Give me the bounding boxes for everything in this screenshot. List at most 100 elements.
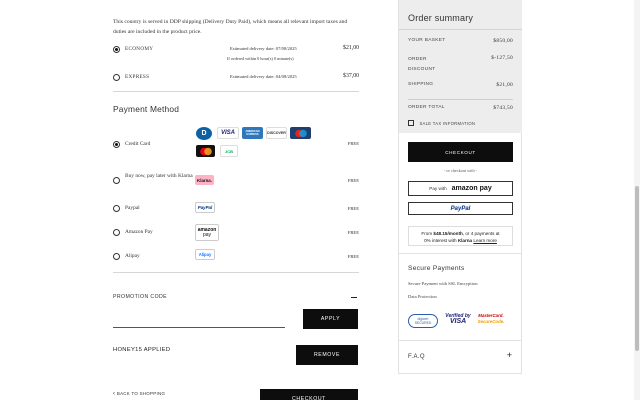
remove-promo-button[interactable]: REMOVE [296, 345, 358, 365]
payment-option-klarna[interactable]: Buy now, pay later with Klarna FREE [113, 172, 359, 190]
paypal-button[interactable]: PayPal [408, 202, 513, 215]
amazon-pay-badge-icon: amazon pay [195, 224, 219, 241]
payment-option-fee: FREE [347, 141, 359, 146]
payment-option-fee: FREE [347, 230, 359, 235]
payment-option-alipay[interactable]: Alipay FREE [113, 253, 359, 267]
maestro-circles-icon [294, 129, 307, 137]
payment-option-fee: FREE [347, 254, 359, 259]
amazon-pay-logo-icon: amazon pay [451, 185, 492, 192]
promotion-code-input[interactable] [113, 314, 285, 326]
payment-option-label: Alipay [125, 253, 140, 259]
amex-card-icon: AMERICAN EXPRESS [242, 127, 263, 139]
alipay-radio[interactable] [113, 253, 120, 260]
shipping-option-price: $21,00 [343, 45, 359, 51]
summary-row-basket: YOUR BASKET $850,00 [408, 38, 513, 44]
summary-row-total: ORDER TOTAL $743,50 [408, 105, 513, 111]
shipping-option-name: EXPRESS [125, 74, 150, 80]
klarna-line-1: From $48.15/month, or 4 payments at [409, 230, 512, 237]
mastercard-circles-icon [199, 147, 212, 155]
payment-option-fee: FREE [347, 206, 359, 211]
divider [399, 340, 522, 341]
promo-applied-text: HONEY15 APPLIED [113, 347, 171, 353]
mc-line-2: SecureCode. [477, 319, 505, 324]
shipping-option-express[interactable]: EXPRESS Estimated delivery date: 04/08/2… [113, 73, 359, 85]
back-to-shopping-link[interactable]: ‹ BACK TO SHOPPING [113, 391, 165, 397]
digicert-secured-text: SECURED [414, 321, 432, 325]
klarna-logo-icon: Klarna [457, 238, 473, 243]
payment-option-fee: FREE [347, 178, 359, 183]
payment-option-amazon-pay[interactable]: Amazon Pay FREE [113, 229, 359, 243]
receipt-icon [408, 120, 414, 126]
page-scrollbar[interactable] [634, 0, 640, 400]
secure-payments-title: Secure Payments [408, 265, 465, 272]
faq-expand-plus-icon[interactable]: + [507, 350, 512, 360]
faq-title[interactable]: F.A.Q [408, 354, 425, 360]
summary-row-label: ORDER DISCOUNT [408, 57, 436, 72]
ddp-shipping-notice: This country is served in DDP shipping (… [113, 19, 348, 35]
digicert-badge-icon: digicert SECURED [408, 314, 438, 328]
klarna-radio[interactable] [113, 177, 120, 184]
summary-row-value: $850,00 [493, 38, 513, 44]
verified-by-visa-badge-icon: Verified by VISA [442, 313, 474, 329]
diners-card-icon: D [196, 127, 212, 140]
alipay-badge-icon: Alipay [195, 249, 215, 260]
divider [408, 99, 513, 100]
shipping-option-economy[interactable]: ECONOMY Estimated delivery date: 07/08/2… [113, 45, 359, 61]
visa-card-icon: VISA [217, 127, 239, 139]
data-protection-text: Data Protection [408, 294, 437, 299]
summary-row-label: SHIPPING [408, 82, 434, 87]
klarna-badge-icon: Klarna. [195, 175, 214, 185]
checkout-left-column: This country is served in DDP shipping (… [113, 0, 359, 400]
shipping-option-date: Estimated delivery date: 04/08/2025 [230, 74, 297, 79]
collapse-minus-icon[interactable] [351, 297, 357, 298]
payment-option-paypal[interactable]: Paypal FREE [113, 205, 359, 219]
apply-promo-button[interactable]: APPLY [303, 309, 358, 329]
amazon-pay-button[interactable]: Pay with amazon pay [408, 181, 513, 196]
shipping-option-name: ECONOMY [125, 46, 154, 52]
mastercard-icon [196, 145, 215, 157]
paypal-radio[interactable] [113, 205, 120, 212]
klarna-learn-more-link[interactable]: Learn more [473, 238, 497, 243]
klarna-line-2: 0% interest with Klarna Learn more [409, 237, 512, 244]
shipping-option-date: Estimated delivery date: 07/08/2025 [230, 46, 297, 51]
order-summary-title: Order summary [408, 13, 474, 23]
order-summary-panel: Order summary YOUR BASKET $850,00 ORDER … [398, 0, 522, 374]
chevron-left-icon: ‹ [113, 391, 116, 397]
payment-option-label: Paypal [125, 205, 140, 211]
checkout-summary-button[interactable]: CHECKOUT [408, 142, 513, 162]
economy-radio[interactable] [113, 46, 120, 53]
summary-row-label: YOUR BASKET [408, 38, 446, 43]
klarna-amount: $48.15/month [433, 231, 463, 236]
promotion-code-underline [113, 327, 285, 328]
mastercard-securecode-badge-icon: MasterCard. SecureCode. [476, 313, 506, 329]
credit-card-radio[interactable] [113, 141, 120, 148]
payment-option-label: Credit Card [125, 141, 151, 147]
payment-option-label: Buy now, pay later with Klarna [125, 173, 193, 179]
or-checkout-with-text: - or checkout with - [443, 168, 478, 173]
amazon-pay-radio[interactable] [113, 229, 120, 236]
payment-method-title: Payment Method [113, 104, 180, 114]
divider [113, 272, 359, 273]
vbv-line-2: VISA [449, 318, 467, 325]
shipping-option-price: $37,00 [343, 73, 359, 79]
sale-tax-info-link[interactable]: SALE TAX INFORMATION [408, 120, 513, 126]
klarna-installments-message: From $48.15/month, or 4 payments at 0% i… [408, 226, 513, 246]
paypal-badge-icon: PayPal [195, 202, 215, 213]
sale-tax-info-label: SALE TAX INFORMATION [419, 121, 476, 126]
back-to-shopping-label: BACK TO SHOPPING [116, 391, 166, 396]
scrollbar-thumb[interactable] [635, 186, 639, 351]
discover-card-icon: DISCOVER [266, 127, 287, 139]
divider [113, 91, 359, 92]
maestro-card-icon [290, 127, 311, 139]
divider [399, 253, 522, 254]
amazon-pay-with-text: Pay with [429, 186, 447, 191]
order-summary-header: Order summary YOUR BASKET $850,00 ORDER … [399, 0, 522, 133]
amazon-pay-badge-bottom: pay [202, 231, 212, 238]
summary-row-discount: ORDER DISCOUNT $-127,50 [408, 55, 513, 75]
klarna-prefix: From [421, 231, 433, 236]
summary-row-value: $-127,50 [491, 55, 513, 61]
checkout-bottom-button[interactable]: CHECKOUT [260, 389, 358, 400]
express-radio[interactable] [113, 74, 120, 81]
shipping-option-cutoff: If ordered within 0 hour(s) 0 minute(s) [227, 56, 294, 61]
payment-option-label: Amazon Pay [125, 229, 153, 235]
